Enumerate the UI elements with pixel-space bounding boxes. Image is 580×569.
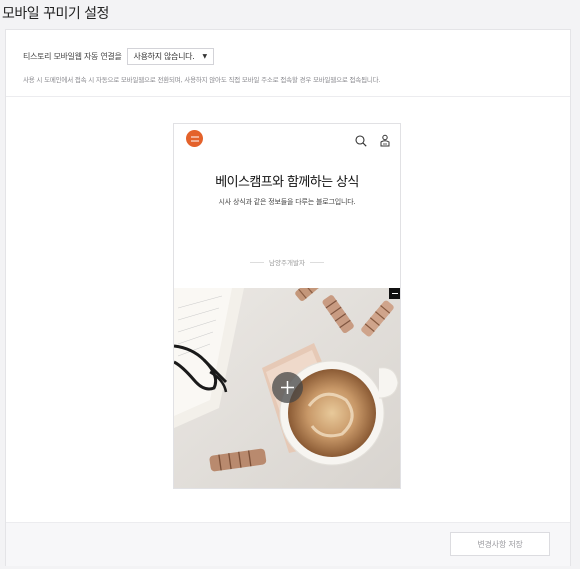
auto-connect-label: 티스토리 모바일웹 자동 연결을 bbox=[23, 52, 122, 61]
divider bbox=[6, 96, 570, 97]
search-icon[interactable] bbox=[355, 132, 367, 151]
auto-connect-row: 티스토리 모바일웹 자동 연결을 사용하지 않습니다. ▼ bbox=[23, 48, 214, 65]
auto-connect-value: 사용하지 않습니다. bbox=[133, 52, 195, 61]
mobile-preview: 베이스캠프와 함께하는 상식 시사 상식과 같은 정보들을 다루는 블로그입니다… bbox=[173, 123, 401, 489]
page-title: 모바일 꾸미기 설정 bbox=[2, 6, 109, 22]
settings-panel: 티스토리 모바일웹 자동 연결을 사용하지 않습니다. ▼ 사용 시 도메인에서… bbox=[5, 29, 571, 566]
blog-title: 베이스캠프와 함께하는 상식 bbox=[215, 175, 359, 190]
owner-line-right bbox=[309, 261, 324, 263]
blog-owner-name: 남양주개발자 bbox=[269, 259, 305, 267]
help-text: 사용 시 도메인에서 접속 시 자동으로 모바일웹으로 전환되며, 사용하지 않… bbox=[23, 76, 381, 84]
blog-owner: 남양주개발자 bbox=[174, 257, 400, 267]
remove-icon[interactable] bbox=[389, 288, 400, 299]
footer-bar: 변경사항 저장 bbox=[6, 522, 570, 566]
profile-icon[interactable] bbox=[379, 132, 391, 151]
chevron-down-icon: ▼ bbox=[202, 53, 207, 60]
menu-icon[interactable] bbox=[186, 130, 203, 147]
save-button[interactable]: 변경사항 저장 bbox=[450, 532, 550, 556]
blog-description: 시사 상식과 같은 정보들을 다루는 블로그입니다. bbox=[218, 198, 356, 206]
add-icon[interactable] bbox=[272, 372, 303, 403]
auto-connect-select[interactable]: 사용하지 않습니다. ▼ bbox=[126, 48, 214, 65]
owner-line-left bbox=[250, 261, 265, 263]
